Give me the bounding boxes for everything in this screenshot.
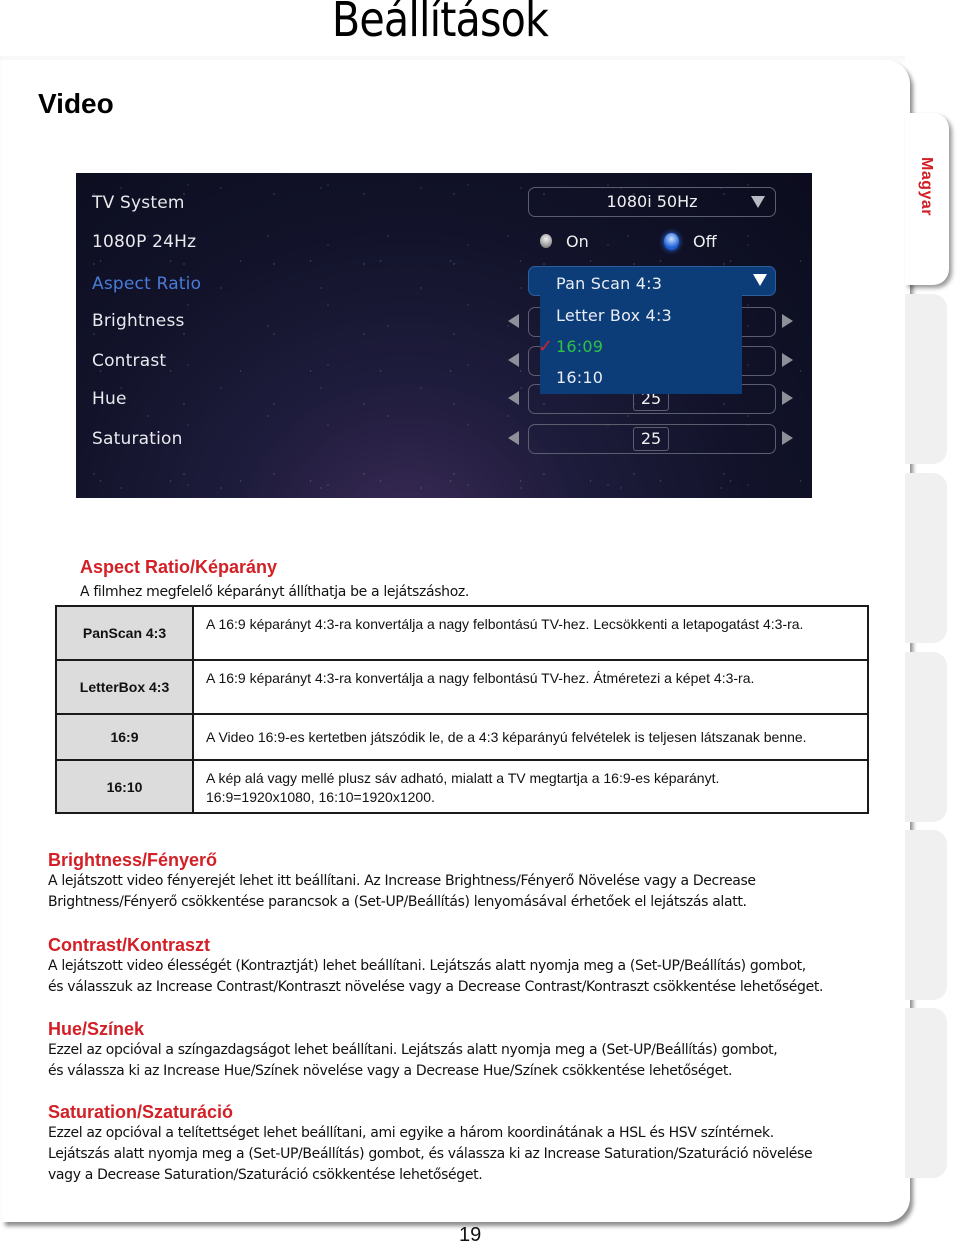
- section-title: Video: [38, 88, 114, 119]
- contrast-heading: Contrast/Kontraszt: [48, 935, 211, 955]
- radio-off[interactable]: Off: [664, 231, 717, 251]
- table-cell-name: PanScan 4:3: [55, 605, 194, 661]
- contrast-decrease-icon[interactable]: [508, 353, 519, 367]
- tv-menu-label-hue[interactable]: Hue: [92, 389, 127, 409]
- table-row: 16:9 A Video 16:9-es kertetben játszódik…: [55, 713, 869, 761]
- text-line: Ezzel az opcióval a telítettséget lehet …: [48, 1125, 774, 1141]
- page-title: Beállítások: [331, 0, 549, 48]
- table-cell-name: 16:10: [55, 759, 194, 814]
- hue-text: Ezzel az opcióval a színgazdagságot lehe…: [48, 1040, 778, 1082]
- brightness-heading: Brightness/Fényerő: [48, 850, 218, 870]
- text-line: és válasszuk az Increase Contrast/Kontra…: [48, 979, 824, 995]
- dropdown-arrow-icon: [753, 274, 767, 286]
- saturation-slider[interactable]: 25: [528, 424, 776, 454]
- side-tab-empty-5[interactable]: [905, 1008, 947, 1178]
- table-cell-name: 16:9: [55, 713, 194, 761]
- aspect-ratio-heading: Aspect Ratio/Képarány: [80, 557, 278, 577]
- table-cell-desc: A kép alá vagy mellé plusz sáv adható, m…: [192, 759, 869, 814]
- radio-off-label: Off: [693, 231, 717, 251]
- aspect-option-16-9[interactable]: 16:09: [556, 337, 603, 356]
- aspect-option-letter-box[interactable]: Letter Box 4:3: [556, 306, 672, 325]
- page-number: 19: [459, 1224, 482, 1244]
- tv-menu-label-1080p[interactable]: 1080P 24Hz: [92, 232, 196, 252]
- table-cell-desc: A 16:9 képarányt 4:3-ra konvertálja a na…: [192, 659, 869, 715]
- contrast-text: A lejátszott video élességét (Kontraztjá…: [48, 956, 823, 998]
- aspect-option-pan-scan[interactable]: Pan Scan 4:3: [556, 274, 662, 293]
- table-cell-desc: A 16:9 képarányt 4:3-ra konvertálja a na…: [192, 605, 869, 661]
- saturation-increase-icon[interactable]: [782, 431, 793, 445]
- table-cell-name: LetterBox 4:3: [55, 659, 194, 715]
- side-tab-empty-4[interactable]: [905, 830, 947, 1000]
- text-line: Lejátszás alatt nyomja meg a (Set-UP/Beá…: [48, 1146, 813, 1162]
- side-tab-empty-2[interactable]: [905, 473, 947, 643]
- side-tab-label: Magyar: [918, 157, 935, 217]
- tv-menu-label-brightness[interactable]: Brightness: [92, 311, 185, 331]
- table-row: PanScan 4:3 A 16:9 képarányt 4:3-ra konv…: [55, 605, 869, 661]
- text-line: és válassza ki az Increase Hue/Színek nö…: [48, 1063, 733, 1079]
- tv-menu-label-contrast[interactable]: Contrast: [92, 351, 166, 371]
- saturation-heading: Saturation/Szaturáció: [48, 1102, 234, 1122]
- side-tab-empty-3[interactable]: [905, 652, 947, 822]
- checkmark-icon: ✓: [538, 336, 554, 357]
- text-line: Brightness/Fényerő csökkentése parancsok…: [48, 894, 747, 910]
- hue-heading: Hue/Színek: [48, 1019, 145, 1039]
- table-cell-desc: A Video 16:9-es kertetben játszódik le, …: [192, 713, 869, 761]
- saturation-decrease-icon[interactable]: [508, 431, 519, 445]
- table-row: LetterBox 4:3 A 16:9 képarányt 4:3-ra ko…: [55, 659, 869, 715]
- saturation-text: Ezzel az opcióval a telítettséget lehet …: [48, 1123, 813, 1186]
- brightness-text: A lejátszott video fényerejét lehet itt …: [48, 871, 756, 913]
- aspect-ratio-table: PanScan 4:3 A 16:9 képarányt 4:3-ra konv…: [55, 605, 869, 814]
- tv-menu-label-tv-system[interactable]: TV System: [92, 193, 185, 213]
- radio-selected-icon: [664, 232, 679, 250]
- tv-system-select[interactable]: 1080i 50Hz: [528, 187, 776, 217]
- table-desc-line: 16:9=1920x1080, 16:10=1920x1200.: [206, 789, 435, 805]
- dropdown-arrow-icon: [751, 196, 765, 208]
- text-line: A lejátszott video élességét (Kontraztjá…: [48, 958, 806, 974]
- radio-unselected-icon: [540, 234, 552, 248]
- text-line: A lejátszott video fényerejét lehet itt …: [48, 873, 756, 889]
- text-line: Ezzel az opcióval a színgazdagságot lehe…: [48, 1042, 778, 1058]
- side-tab-magyar[interactable]: Magyar: [905, 113, 949, 285]
- contrast-increase-icon[interactable]: [782, 353, 793, 367]
- table-row: 16:10 A kép alá vagy mellé plusz sáv adh…: [55, 759, 869, 814]
- radio-on[interactable]: On: [540, 231, 589, 251]
- aspect-ratio-intro: A filmhez megfelelő képarányt állíthatja…: [80, 584, 470, 600]
- radio-on-label: On: [566, 231, 589, 251]
- side-tab-empty-1[interactable]: [905, 294, 947, 464]
- tv-menu-label-aspect-ratio[interactable]: Aspect Ratio: [92, 274, 201, 294]
- text-line: vagy a Decrease Saturation/Szaturáció cs…: [48, 1167, 483, 1183]
- tv-system-value: 1080i 50Hz: [606, 192, 698, 211]
- aspect-option-16-10[interactable]: 16:10: [556, 368, 603, 387]
- saturation-value: 25: [633, 427, 669, 451]
- brightness-increase-icon[interactable]: [782, 314, 793, 328]
- brightness-decrease-icon[interactable]: [508, 314, 519, 328]
- table-desc-line: A kép alá vagy mellé plusz sáv adható, m…: [206, 770, 720, 786]
- tv-menu-label-saturation[interactable]: Saturation: [92, 429, 183, 449]
- hue-decrease-icon[interactable]: [508, 391, 519, 405]
- hue-increase-icon[interactable]: [782, 391, 793, 405]
- tv-settings-screenshot: TV System 1080P 24Hz Aspect Ratio Bright…: [76, 173, 812, 498]
